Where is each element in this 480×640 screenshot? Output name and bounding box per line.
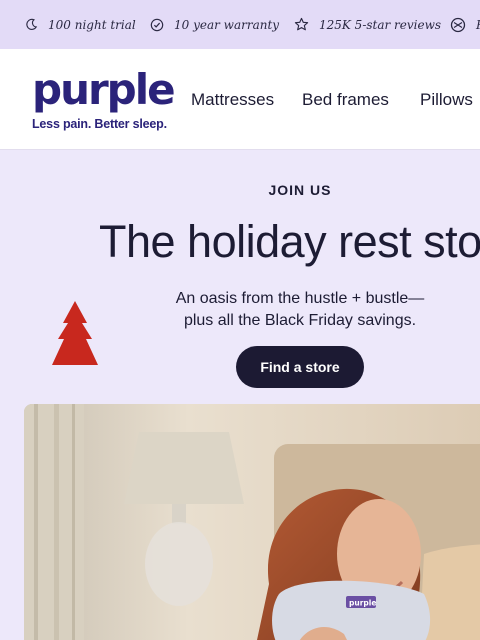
moon-icon	[26, 18, 38, 30]
hero-photo: purple	[24, 404, 480, 640]
promo-item-reviews[interactable]: 125K 5-star reviews	[294, 0, 441, 49]
promo-label: 100 night trial	[48, 17, 136, 32]
hero-subcopy: An oasis from the hustle + bustle— plus …	[120, 288, 480, 332]
promo-item-warranty[interactable]: 10 year warranty	[150, 0, 279, 49]
site-header: purple Less pain. Better sleep. Mattress…	[0, 49, 480, 150]
promo-label: 10 year warranty	[174, 17, 280, 32]
nav-item-pillows[interactable]: Pillows	[420, 90, 473, 110]
purple-logo[interactable]: purple	[32, 66, 176, 114]
nav-item-mattresses[interactable]: Mattresses	[191, 90, 274, 110]
promo-label: F	[476, 18, 480, 32]
check-circle-icon	[150, 18, 164, 31]
nav-item-bed-frames[interactable]: Bed frames	[302, 90, 389, 110]
smiley-icon	[450, 17, 466, 32]
pillow-tag: purple	[349, 599, 376, 608]
eyebrow-text: JOIN US	[268, 182, 332, 198]
promo-item-extra[interactable]: F	[450, 0, 480, 49]
subcopy-line-2: plus all the Black Friday savings.	[183, 312, 417, 329]
hero-section: JOIN US The holiday rest stop An oasis f…	[0, 150, 480, 640]
subcopy-line-1: An oasis from the hustle + bustle—	[175, 290, 425, 307]
find-a-store-button[interactable]: Find a store	[236, 346, 364, 388]
tagline: Less pain. Better sleep.	[32, 117, 167, 131]
christmas-tree-icon	[52, 301, 98, 365]
star-icon	[294, 17, 309, 31]
promo-label: 125K 5-star reviews	[319, 17, 442, 32]
promo-bar: 100 night trial 10 year warranty 125K 5-…	[0, 0, 480, 49]
promo-item-trial[interactable]: 100 night trial	[25, 0, 136, 49]
hero-headline: The holiday rest stop	[99, 216, 480, 267]
